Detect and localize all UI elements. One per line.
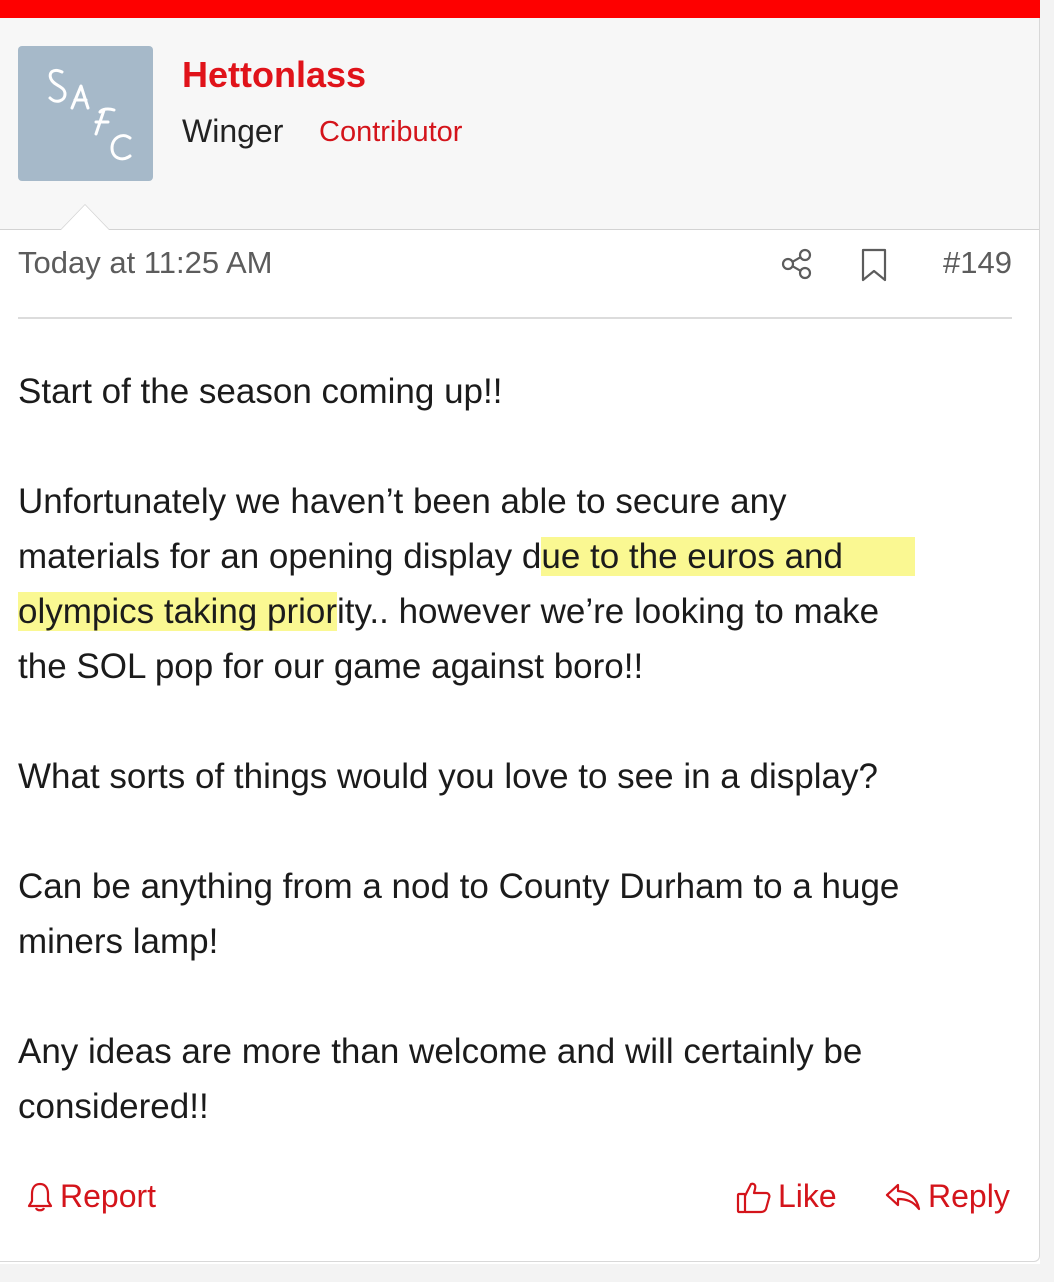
avatar-monogram (48, 68, 132, 161)
post-number-link[interactable]: #149 (943, 245, 1012, 281)
bell-icon (27, 1182, 53, 1211)
reply-label: Reply (928, 1178, 1010, 1214)
paragraph: Any ideas are more than welcome and will… (18, 1024, 1018, 1134)
reply-button[interactable]: Reply (884, 1178, 1010, 1215)
text-line: considered!! (18, 1087, 209, 1126)
speech-caret (60, 204, 110, 230)
thumbs-up-icon (736, 1182, 771, 1213)
right-scroll-rail (1040, 0, 1054, 1282)
bookmark-icon[interactable] (860, 248, 888, 282)
post-actions: Report Like Reply (0, 1178, 1040, 1224)
post-meta: Today at 11:25 AM #149 (18, 245, 1012, 285)
text-line: Start of the season coming up!! (18, 372, 503, 411)
bottom-gap (0, 1264, 1054, 1282)
highlighted-text: olympics taking prior (18, 592, 337, 631)
post-body: Start of the season coming up!! Unfortun… (18, 364, 1018, 1134)
like-label: Like (778, 1178, 837, 1214)
top-accent-bar (0, 0, 1040, 18)
username[interactable]: Hettonlass (182, 54, 366, 96)
text-line: Can be anything from a nod to County Dur… (18, 867, 900, 906)
highlighted-text: ue to the euros and (541, 537, 915, 576)
text-line: ity.. however we’re looking to make (337, 592, 880, 631)
text-line: materials for an opening display d (18, 537, 542, 576)
user-role-badge: Contributor (319, 116, 463, 148)
author-block: Hettonlass Winger Contributor (0, 18, 1039, 230)
report-label: Report (60, 1178, 157, 1214)
avatar[interactable] (18, 46, 153, 181)
text-line: Unfortunately we haven’t been able to se… (18, 482, 787, 521)
text-line: What sorts of things would you love to s… (18, 757, 878, 796)
post-card: Hettonlass Winger Contributor Today at 1… (0, 18, 1040, 1262)
reply-arrow-icon (885, 1183, 921, 1210)
paragraph: What sorts of things would you love to s… (18, 749, 1018, 804)
share-icon[interactable] (780, 247, 814, 281)
report-button[interactable]: Report (26, 1178, 156, 1215)
user-title: Winger (182, 113, 284, 149)
post-timestamp[interactable]: Today at 11:25 AM (18, 245, 272, 281)
text-line: miners lamp! (18, 922, 219, 961)
like-button[interactable]: Like (736, 1178, 837, 1215)
text-line: the SOL pop for our game against boro!! (18, 647, 644, 686)
text-line: Any ideas are more than welcome and will… (18, 1032, 863, 1071)
paragraph: Can be anything from a nod to County Dur… (18, 859, 1018, 969)
paragraph: Unfortunately we haven’t been able to se… (18, 474, 1018, 694)
meta-divider (18, 317, 1012, 319)
paragraph: Start of the season coming up!! (18, 364, 1018, 419)
